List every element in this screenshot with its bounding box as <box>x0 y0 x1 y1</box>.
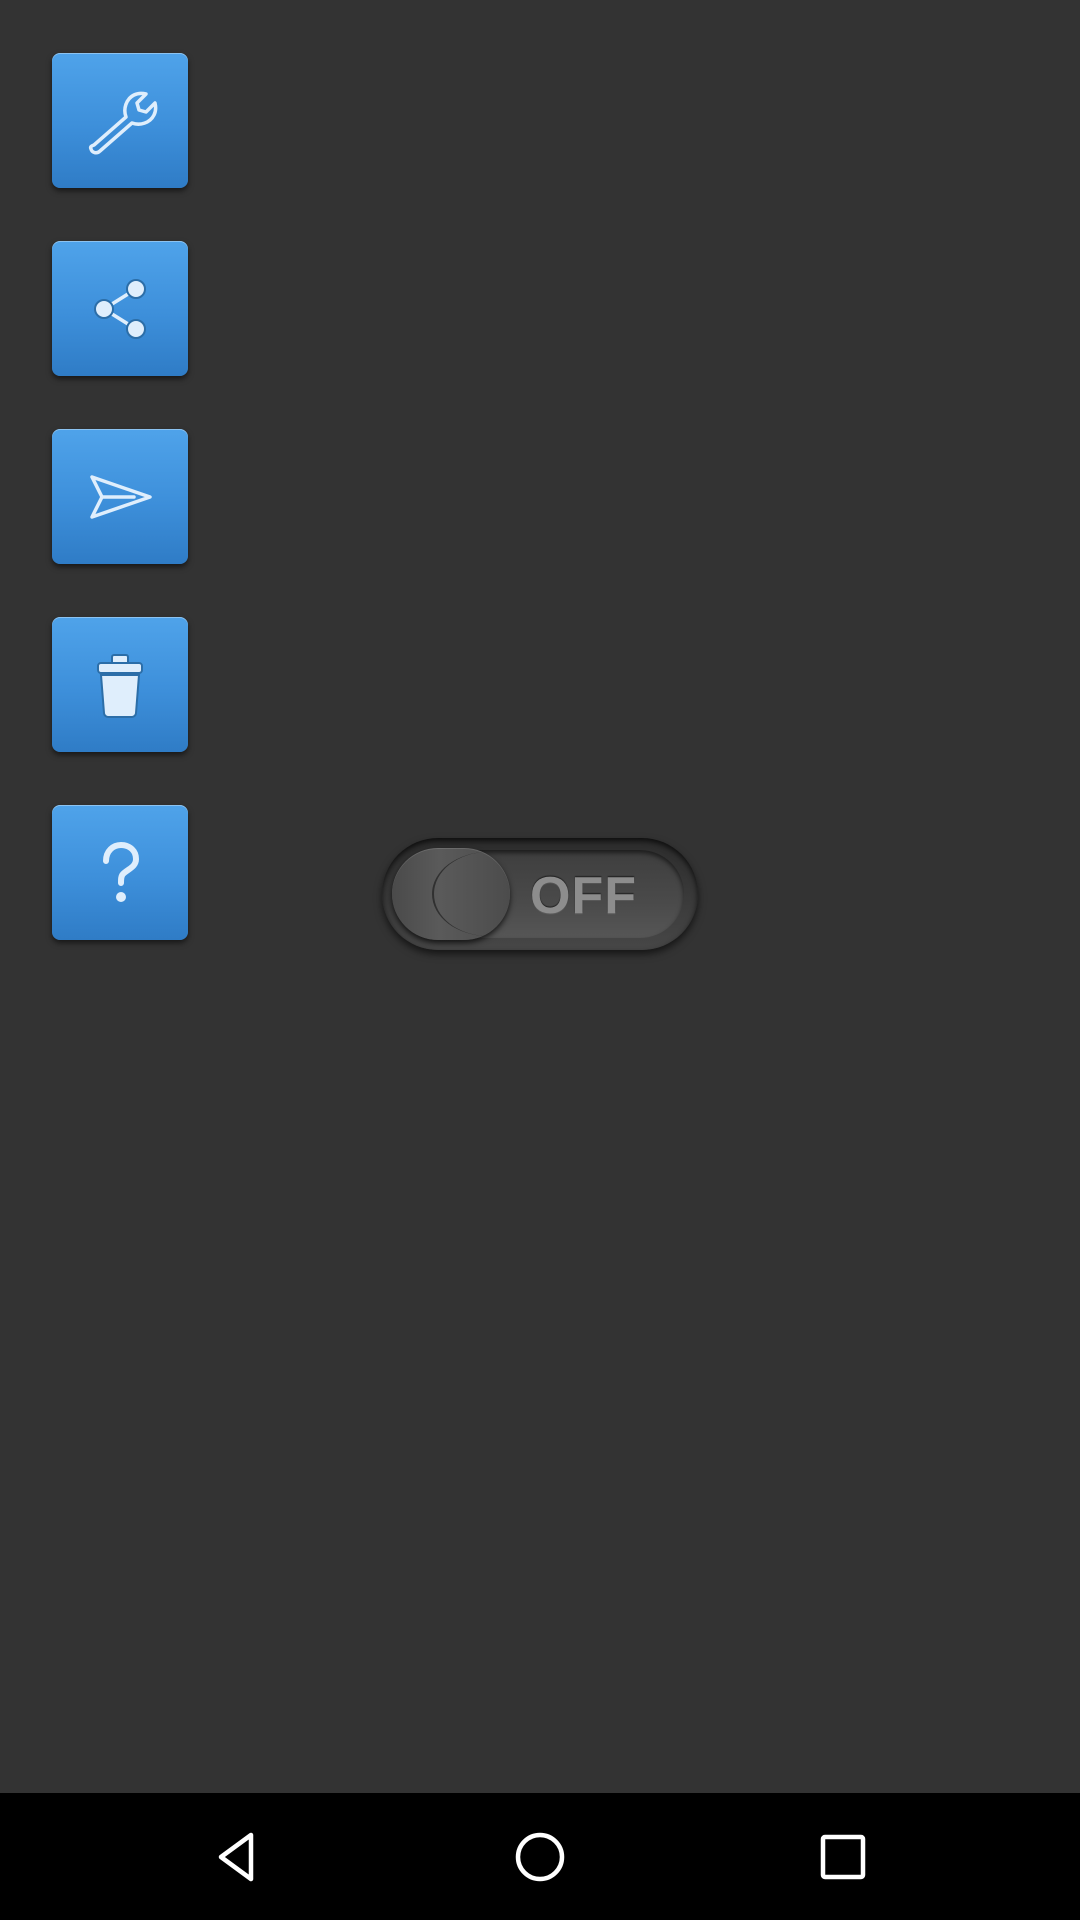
send-icon <box>90 474 152 519</box>
power-toggle[interactable]: OFF <box>378 830 703 960</box>
back-icon <box>218 1832 254 1881</box>
toggle-knob[interactable] <box>392 848 510 940</box>
settings-button[interactable] <box>52 53 188 188</box>
home-button[interactable] <box>470 1793 610 1920</box>
help-icon <box>103 841 139 902</box>
help-button[interactable] <box>52 805 188 940</box>
delete-button[interactable] <box>52 617 188 752</box>
share-button[interactable] <box>52 241 188 376</box>
share-icon <box>94 278 146 339</box>
toggle-track: OFF <box>382 838 698 950</box>
toggle-label: OFF <box>530 867 637 925</box>
home-icon <box>515 1832 565 1881</box>
recents-button[interactable] <box>773 1793 913 1920</box>
navigation-bar <box>0 1793 1080 1920</box>
wrench-icon <box>88 91 158 154</box>
trash-icon <box>97 653 143 718</box>
recents-icon <box>820 1834 866 1879</box>
back-button[interactable] <box>167 1793 307 1920</box>
send-button[interactable] <box>52 429 188 564</box>
